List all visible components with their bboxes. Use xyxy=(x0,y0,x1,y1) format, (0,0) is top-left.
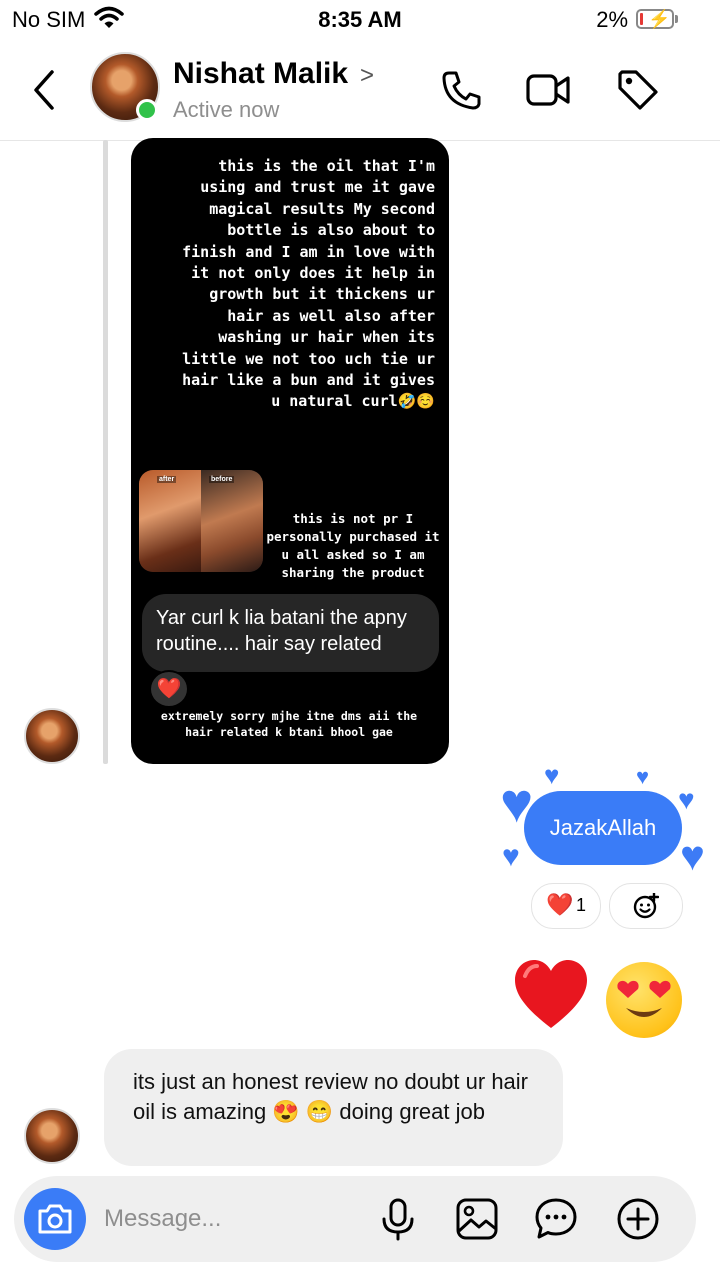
phone-icon[interactable] xyxy=(440,68,484,112)
chevron-right-icon[interactable]: > xyxy=(360,62,374,90)
story-reply-bubble[interactable]: Yar curl k lia batani the apny routine..… xyxy=(142,594,439,672)
camera-button[interactable] xyxy=(24,1188,86,1250)
heart-effect-icon: ♥ xyxy=(544,760,560,790)
received-message-text: its just an honest review no doubt ur ha… xyxy=(133,1069,529,1124)
online-indicator xyxy=(136,99,158,121)
add-reaction-button[interactable] xyxy=(609,883,683,929)
status-bar: No SIM 8:35 AM 2% ⚡ xyxy=(0,0,720,40)
tag-icon[interactable] xyxy=(616,68,660,112)
heart-emoji[interactable] xyxy=(513,958,589,1034)
sticker-icon[interactable] xyxy=(534,1197,578,1241)
video-call-icon[interactable] xyxy=(526,68,570,112)
before-label: before xyxy=(209,476,235,483)
after-label: after xyxy=(157,476,177,483)
battery-icon: ⚡ xyxy=(636,9,674,29)
plus-icon[interactable] xyxy=(616,1197,660,1241)
heart-effect-icon: ♥ xyxy=(678,784,695,815)
back-icon[interactable] xyxy=(30,68,58,112)
battery-nub xyxy=(675,15,678,23)
heart-effect-icon: ♥ xyxy=(680,832,705,879)
sender-avatar[interactable] xyxy=(24,1108,80,1164)
active-status: Active now xyxy=(173,97,280,122)
sent-message-bubble[interactable]: JazakAllah xyxy=(524,791,682,865)
heart-effect-icon: ♥ xyxy=(502,840,520,873)
gallery-icon[interactable] xyxy=(455,1197,499,1241)
heart-effect-icon: ♥ xyxy=(636,764,650,789)
story-note: this is not pr I personally purchased it… xyxy=(266,511,440,580)
story-reply-line xyxy=(103,140,108,764)
story-photo: after before xyxy=(139,470,263,572)
reaction-heart-icon: ❤️ xyxy=(546,892,574,917)
chat-header: Nishat Malik > Active now xyxy=(0,40,720,141)
story-text: this is the oil that I'm using and trust… xyxy=(182,157,435,411)
reaction-count: 1 xyxy=(576,895,587,915)
received-message-bubble[interactable]: its just an honest review no doubt ur ha… xyxy=(104,1049,563,1166)
heart-eyes-emoji[interactable] xyxy=(606,962,682,1038)
message-composer xyxy=(14,1176,696,1262)
battery-percent: 2% xyxy=(596,7,628,32)
message-input[interactable] xyxy=(102,1198,366,1240)
reaction-pill[interactable]: ❤️ 1 xyxy=(531,883,601,929)
contact-name[interactable]: Nishat Malik xyxy=(173,57,348,91)
story-reply-text: Yar curl k lia batani the apny routine..… xyxy=(156,607,407,655)
microphone-icon[interactable] xyxy=(376,1197,420,1241)
before-photo xyxy=(201,470,263,572)
sender-avatar[interactable] xyxy=(24,708,80,764)
camera-icon xyxy=(38,1204,72,1234)
story-reaction-heart: ❤️ xyxy=(149,670,189,708)
shared-story-card[interactable]: this is the oil that I'm using and trust… xyxy=(131,138,449,764)
story-caption: extremely sorry mjhe itne dms aii the ha… xyxy=(160,709,418,739)
after-photo xyxy=(139,470,201,572)
add-reaction-icon xyxy=(633,893,659,919)
